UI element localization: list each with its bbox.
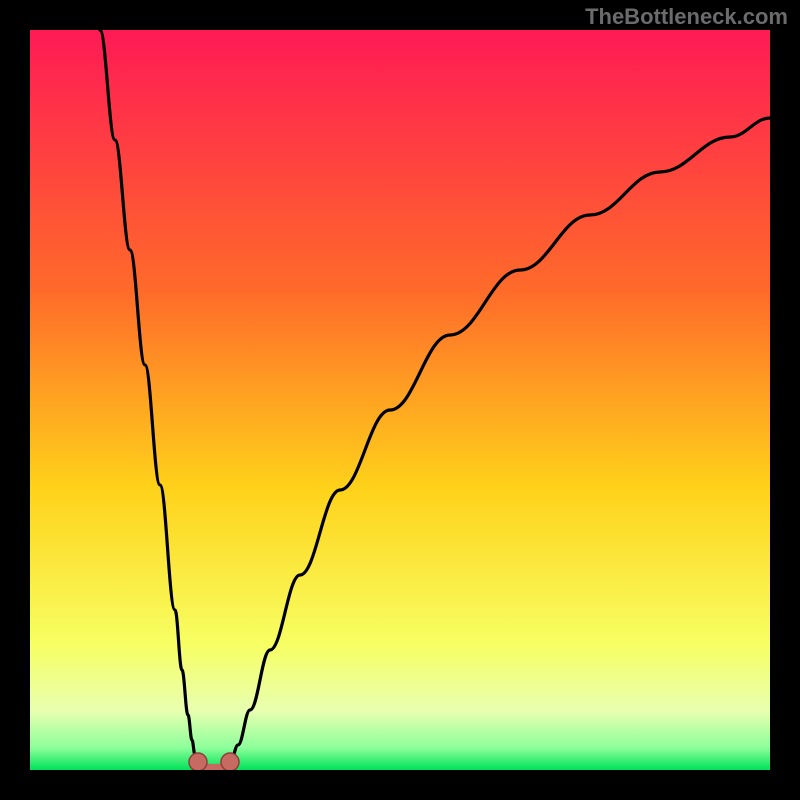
curve-layer	[30, 30, 770, 770]
curve-left-branch	[100, 30, 198, 764]
trough-marker-left	[189, 753, 207, 770]
curve-right-branch	[230, 118, 770, 764]
chart-frame: TheBottleneck.com	[0, 0, 800, 800]
watermark-text: TheBottleneck.com	[585, 4, 788, 30]
trough-marker-right	[221, 753, 239, 770]
plot-area	[30, 30, 770, 770]
